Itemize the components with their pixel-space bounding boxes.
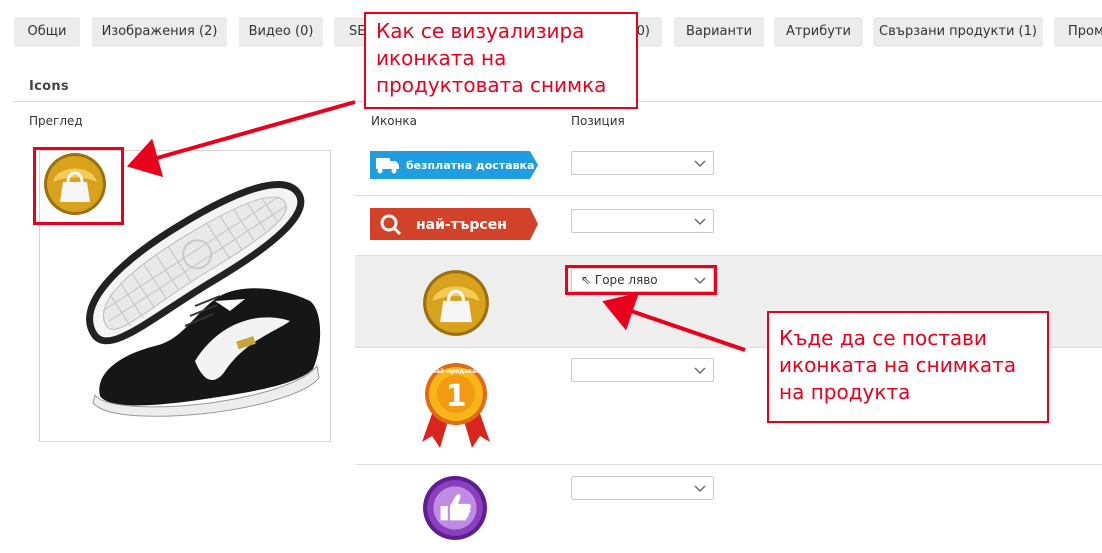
tab-general[interactable]: Общи: [14, 17, 80, 47]
tab-video[interactable]: Видео (0): [239, 17, 323, 47]
most-searched-badge-text: най-търсен: [416, 217, 507, 233]
thumbs-up-icon: [423, 476, 487, 540]
icon-row-free-delivery[interactable]: безплатна доставка: [355, 139, 1102, 196]
callout-position-text: Къде да се постави иконката на снимката …: [779, 326, 1017, 404]
icon-row-most-searched[interactable]: най-търсен: [355, 196, 1102, 256]
chevron-down-icon: [694, 218, 706, 225]
callout-preview-text: Как се визуализира иконката на продуктов…: [376, 19, 607, 97]
bestseller-text: най-продаван: [432, 368, 480, 375]
position-select-most-searched[interactable]: [571, 209, 714, 233]
section-title: Icons: [29, 79, 69, 94]
position-column-header: Позиция: [571, 114, 625, 128]
free-delivery-badge-icon: безплатна доставка: [370, 151, 538, 179]
free-delivery-badge-text: безплатна доставка: [406, 159, 534, 172]
bestseller-medal-icon: 1 най-продаван: [422, 363, 490, 448]
chevron-down-icon: [694, 485, 706, 492]
position-select-free-delivery[interactable]: [571, 151, 714, 175]
preview-shopping-bag-icon: [44, 153, 106, 215]
tab-attributes[interactable]: Атрибути: [774, 17, 863, 47]
position-select-bestseller[interactable]: [571, 358, 714, 382]
icon-row-thumbs-up[interactable]: [355, 465, 1102, 553]
callout-preview-explanation: Как се визуализира иконката на продуктов…: [364, 12, 638, 109]
chevron-down-icon: [694, 160, 706, 167]
chevron-down-icon: [694, 367, 706, 374]
most-searched-badge-icon: най-търсен: [370, 208, 538, 240]
position-select-thumbs-up[interactable]: [571, 476, 714, 500]
callout-position-explanation: Къде да се постави иконката на снимката …: [767, 311, 1049, 423]
preview-column-header: Преглед: [29, 114, 83, 128]
shopping-bag-icon: [423, 270, 489, 336]
tab-variants[interactable]: Варианти: [674, 17, 764, 47]
icon-column-header: Иконка: [371, 114, 418, 128]
tab-related-products[interactable]: Свързани продукти (1): [873, 17, 1043, 47]
tab-images[interactable]: Изображения (2): [92, 17, 227, 47]
position-select-highlight: [565, 265, 717, 295]
bestseller-number: 1: [446, 379, 467, 414]
tab-promotions[interactable]: Пром: [1054, 17, 1102, 47]
